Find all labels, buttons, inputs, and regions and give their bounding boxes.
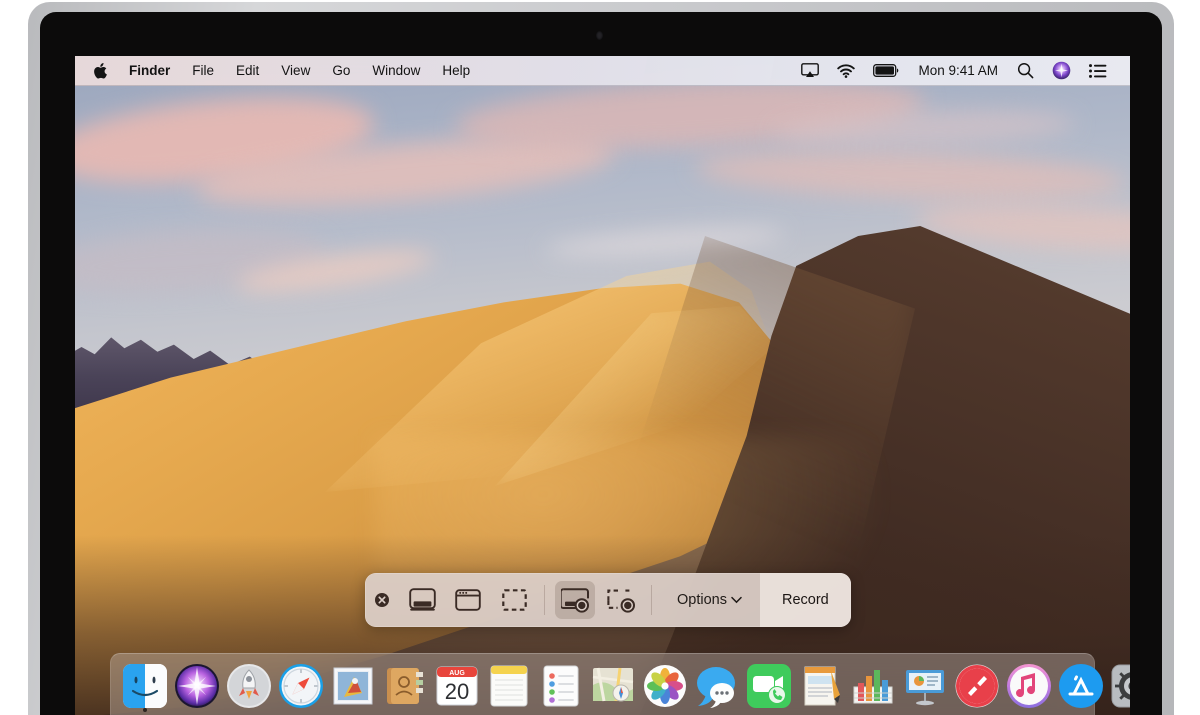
calendar-day-label: 20 [445, 679, 469, 704]
dock-item-maps[interactable] [587, 659, 639, 713]
dock-item-facetime[interactable] [743, 659, 795, 713]
facetime-camera-icon [596, 31, 603, 40]
record-mode-group [552, 573, 644, 627]
toolbar-divider [651, 585, 652, 615]
dock-item-calendar[interactable]: AUG 20 [431, 659, 483, 713]
menu-bar-clock[interactable]: Mon 9:41 AM [908, 63, 1008, 78]
dock-item-keynote[interactable] [899, 659, 951, 713]
dock-item-system-preferences[interactable] [1107, 659, 1130, 713]
menu-item-finder[interactable]: Finder [118, 57, 181, 85]
dock-item-launchpad[interactable] [223, 659, 275, 713]
siri-icon[interactable] [1043, 61, 1080, 80]
dock-item-siri[interactable] [171, 659, 223, 713]
notification-center-icon[interactable] [1080, 63, 1116, 78]
menu-item-window[interactable]: Window [361, 57, 431, 85]
running-indicator-dot [143, 708, 147, 712]
options-menu-button[interactable]: Options [659, 573, 760, 627]
apple-menu-icon[interactable] [91, 62, 118, 80]
menu-item-help[interactable]: Help [431, 57, 481, 85]
chevron-down-icon [731, 596, 742, 604]
dock-item-safari[interactable] [275, 659, 327, 713]
menu-bar-left: Finder File Edit View Go Window Help [75, 57, 481, 85]
capture-selected-portion-button[interactable] [494, 581, 534, 619]
menu-item-go[interactable]: Go [321, 57, 361, 85]
options-label: Options [677, 592, 727, 608]
spotlight-search-icon[interactable] [1008, 62, 1043, 79]
record-selected-portion-button[interactable] [601, 581, 641, 619]
record-entire-screen-button[interactable] [555, 581, 595, 619]
dock-item-numbers[interactable] [847, 659, 899, 713]
dock-item-itunes[interactable] [1003, 659, 1055, 713]
menu-bar: Finder File Edit View Go Window Help Mon… [75, 56, 1130, 86]
calendar-month-label: AUG [449, 670, 465, 677]
dock-item-pages[interactable] [795, 659, 847, 713]
menu-bar-status-area: Mon 9:41 AM [792, 61, 1130, 80]
dock-item-mail[interactable] [327, 659, 379, 713]
capture-entire-screen-button[interactable] [402, 581, 442, 619]
battery-icon[interactable] [864, 64, 908, 77]
screenshot-toolbar: Options Record [365, 573, 851, 627]
dock-item-finder[interactable] [119, 659, 171, 713]
dock-item-contacts[interactable] [379, 659, 431, 713]
dock-item-reminders[interactable] [535, 659, 587, 713]
desktop-screen: Finder File Edit View Go Window Help Mon… [75, 56, 1130, 715]
dock-item-notes[interactable] [483, 659, 535, 713]
dock-item-messages[interactable] [691, 659, 743, 713]
menu-item-edit[interactable]: Edit [225, 57, 270, 85]
toolbar-divider [544, 585, 545, 615]
record-button[interactable]: Record [759, 573, 851, 627]
capture-mode-group [399, 573, 537, 627]
dock-item-photos[interactable] [639, 659, 691, 713]
close-screenshot-toolbar-button[interactable] [365, 573, 399, 627]
macbook-device: Finder File Edit View Go Window Help Mon… [0, 0, 1200, 715]
menu-item-view[interactable]: View [270, 57, 321, 85]
menu-item-file[interactable]: File [181, 57, 225, 85]
airplay-icon[interactable] [792, 63, 828, 78]
wifi-icon[interactable] [828, 63, 864, 78]
dock-item-news[interactable] [951, 659, 1003, 713]
dock-item-app-store[interactable] [1055, 659, 1107, 713]
capture-selected-window-button[interactable] [448, 581, 488, 619]
dock: AUG 20 [110, 653, 1130, 715]
